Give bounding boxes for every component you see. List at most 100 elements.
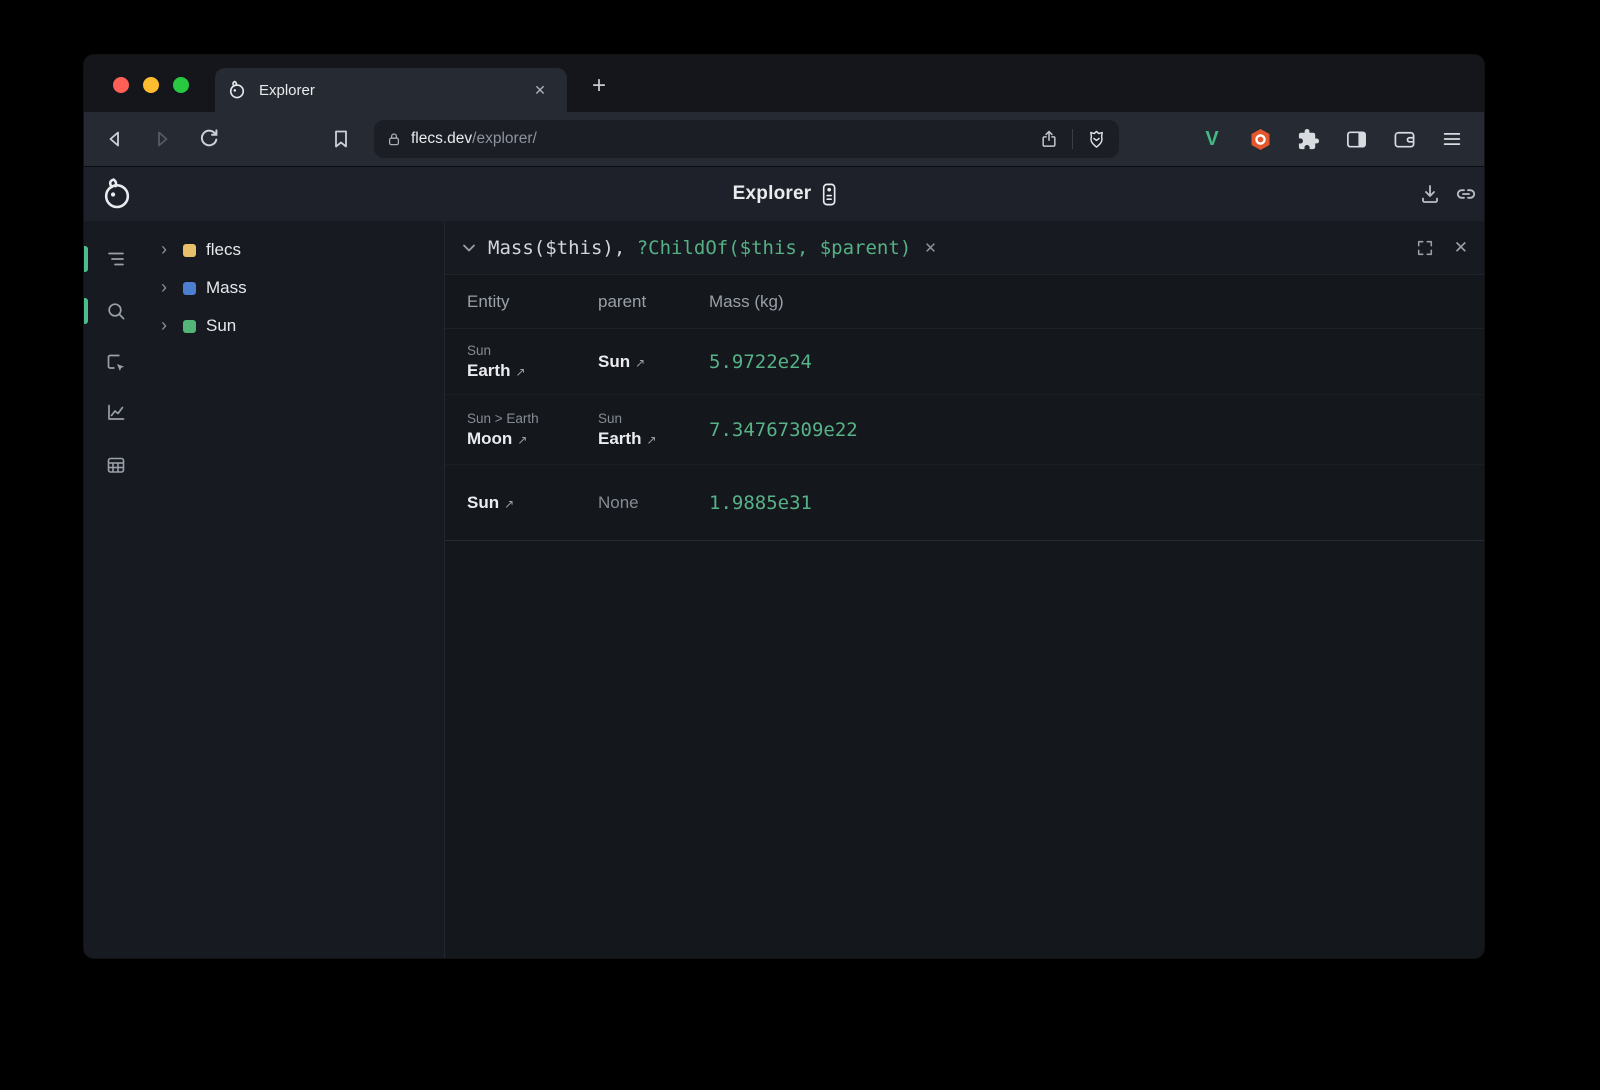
page-title-group: Explorer	[733, 167, 836, 221]
hexagon-extension-icon[interactable]	[1244, 123, 1276, 155]
tree-item-label: Sun	[206, 316, 236, 336]
empty-area	[445, 541, 1484, 958]
stats-chart-icon[interactable]	[105, 401, 127, 423]
table-row: Sun↗ None 1.9885e31	[445, 465, 1484, 541]
query-term-childof: ?ChildOf($this, $parent)	[637, 237, 912, 259]
column-header-entity: Entity	[467, 292, 598, 312]
entity-parent-path: Sun > Earth	[467, 411, 598, 426]
entity-parent-path: Sun	[467, 343, 598, 358]
parent-cell: None	[598, 493, 709, 513]
mass-value: 7.34767309e22	[709, 419, 858, 441]
query-panel: Mass($this), ?ChildOf($this, $parent) ✕ …	[444, 221, 1484, 958]
open-link-icon: ↗	[635, 356, 645, 370]
chevron-right-icon[interactable]: ›	[161, 316, 175, 334]
url-domain: flecs.dev	[411, 130, 472, 147]
flecs-logo-icon[interactable]	[100, 177, 134, 211]
forward-button[interactable]	[150, 127, 174, 151]
header-actions	[1418, 167, 1478, 221]
address-bar[interactable]: flecs.dev/explorer/	[374, 120, 1119, 158]
table-row: Sun Earth↗ Sun↗ 5.9722e24	[445, 329, 1484, 395]
open-link-icon: ↗	[515, 365, 525, 379]
new-tab-button[interactable]: +	[585, 73, 613, 101]
parent-none-label: None	[598, 493, 709, 513]
tree-view-icon[interactable]	[105, 248, 127, 270]
sidebar-toggle-icon[interactable]	[1340, 123, 1372, 155]
extensions-puzzle-icon[interactable]	[1292, 123, 1324, 155]
reload-button[interactable]	[197, 127, 221, 151]
browser-tab-explorer[interactable]: Explorer ✕	[215, 68, 567, 112]
share-icon[interactable]	[1039, 129, 1059, 149]
open-link-icon: ↗	[504, 497, 514, 511]
tab-strip: Explorer ✕ +	[84, 55, 1484, 112]
expand-icon[interactable]	[1416, 239, 1434, 257]
menu-icon[interactable]	[1436, 123, 1468, 155]
query-term-mass: Mass($this),	[488, 237, 637, 259]
entity-link[interactable]: Earth↗	[467, 361, 598, 381]
tab-title: Explorer	[259, 82, 315, 99]
urlbar-right-icons	[1039, 129, 1107, 150]
query-clear-icon[interactable]: ✕	[924, 239, 937, 257]
brave-shields-icon[interactable]	[1086, 129, 1107, 150]
query-header: Mass($this), ?ChildOf($this, $parent) ✕ …	[445, 221, 1484, 275]
parent-cell: Sun Earth↗	[598, 411, 709, 449]
entity-tree-panel: › flecs › Mass › Sun	[148, 221, 444, 958]
chevron-right-icon[interactable]: ›	[161, 240, 175, 258]
traffic-lights	[113, 77, 189, 93]
mass-cell: 5.9722e24	[709, 351, 1484, 373]
link-icon[interactable]	[1454, 182, 1478, 206]
entity-link[interactable]: Sun↗	[467, 493, 598, 513]
back-button[interactable]	[103, 127, 127, 151]
url-path: /explorer/	[472, 130, 537, 147]
vue-devtools-extension-icon[interactable]: V	[1196, 123, 1228, 155]
tree-item-flecs[interactable]: › flecs	[148, 231, 444, 269]
entity-cell: Sun Earth↗	[467, 343, 598, 381]
zoom-window-button[interactable]	[173, 77, 189, 93]
bookmark-icon[interactable]	[329, 127, 353, 151]
search-icon[interactable]	[105, 300, 127, 322]
navigation-bar: flecs.dev/explorer/ V	[84, 112, 1484, 166]
close-window-button[interactable]	[113, 77, 129, 93]
parent-cell: Sun↗	[598, 352, 709, 372]
wallet-icon[interactable]	[1388, 123, 1420, 155]
tree-item-sun[interactable]: › Sun	[148, 307, 444, 345]
entity-parent-path: Sun	[598, 411, 709, 426]
tab-close-icon[interactable]: ✕	[531, 82, 549, 99]
chevron-right-icon[interactable]: ›	[161, 278, 175, 296]
divider	[1072, 129, 1073, 149]
entity-color-swatch	[183, 320, 196, 333]
mass-cell: 7.34767309e22	[709, 419, 1484, 441]
download-icon[interactable]	[1418, 182, 1442, 206]
remote-icon	[822, 183, 835, 206]
flecs-favicon-icon	[227, 80, 247, 100]
page-title: Explorer	[733, 183, 812, 205]
open-link-icon: ↗	[646, 433, 656, 447]
table-row: Sun > Earth Moon↗ Sun Earth↗ 7.34767309e…	[445, 395, 1484, 465]
desktop-background: Explorer ✕ +	[0, 0, 1600, 1090]
extension-icons: V	[1196, 123, 1468, 155]
column-header-mass: Mass (kg)	[709, 292, 1484, 312]
app-content: › flecs › Mass › Sun	[84, 221, 1484, 958]
lock-icon	[386, 131, 402, 147]
mass-value: 5.9722e24	[709, 351, 812, 373]
minimize-window-button[interactable]	[143, 77, 159, 93]
chevron-down-icon[interactable]	[461, 240, 477, 256]
open-link-icon: ↗	[517, 433, 527, 447]
entity-link[interactable]: Moon↗	[467, 429, 598, 449]
mass-value: 1.9885e31	[709, 492, 812, 514]
tree-item-label: Mass	[206, 278, 247, 298]
column-header-parent: parent	[598, 292, 709, 312]
active-indicator	[84, 298, 88, 324]
tree-item-label: flecs	[206, 240, 241, 260]
query-expression[interactable]: Mass($this), ?ChildOf($this, $parent)	[488, 237, 911, 259]
query-close-icon[interactable]: ✕	[1454, 238, 1468, 258]
tree-item-mass[interactable]: › Mass	[148, 269, 444, 307]
entity-link[interactable]: Sun↗	[598, 352, 709, 372]
result-table-header: Entity parent Mass (kg)	[445, 275, 1484, 329]
active-indicator	[84, 246, 88, 272]
table-view-icon[interactable]	[105, 454, 127, 476]
left-icon-strip	[84, 221, 148, 958]
entity-color-swatch	[183, 244, 196, 257]
inspect-icon[interactable]	[105, 352, 127, 374]
entity-link[interactable]: Earth↗	[598, 429, 709, 449]
browser-window: Explorer ✕ +	[84, 55, 1484, 958]
